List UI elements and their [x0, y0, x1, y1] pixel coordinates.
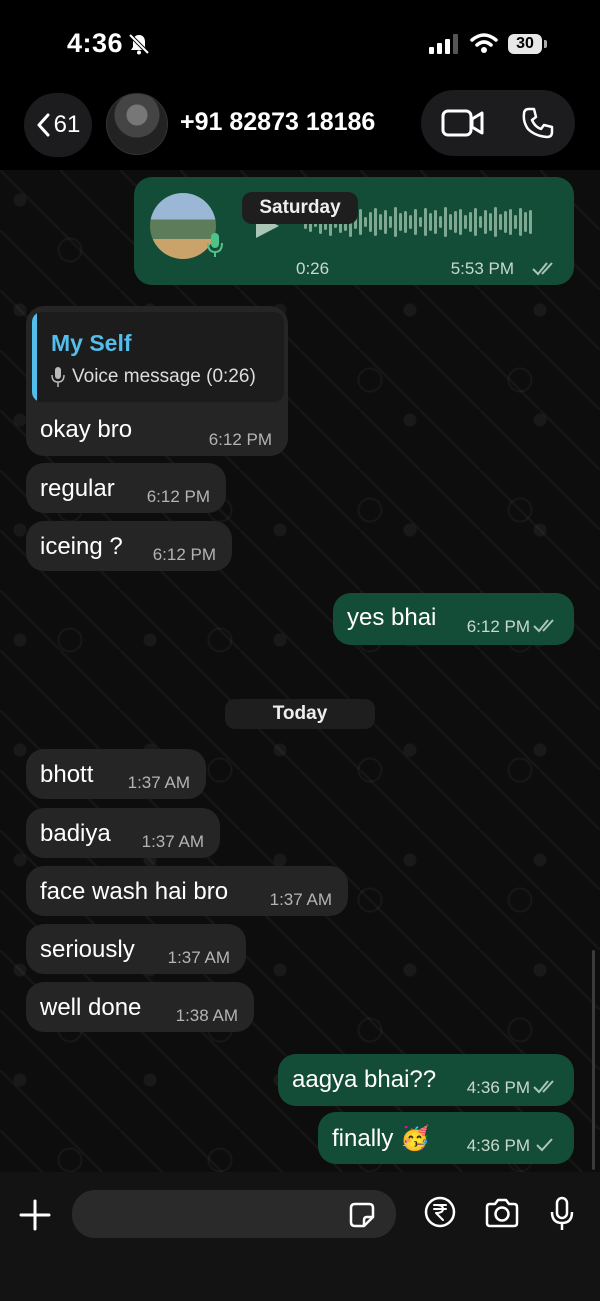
message-text: yes bhai: [347, 604, 437, 631]
date-separator-today: Today: [225, 699, 375, 729]
message-time: 5:53 PM: [450, 259, 514, 278]
message-bubble-incoming[interactable]: bhott 1:37 AM: [26, 749, 206, 799]
message-text: aagya bhai??: [292, 1066, 437, 1093]
message-time: 1:37 AM: [269, 890, 332, 909]
back-button[interactable]: 61: [24, 93, 92, 157]
message-bubble-incoming[interactable]: seriously 1:37 AM: [26, 924, 246, 974]
status-bar: 4:36 30: [0, 0, 600, 88]
microphone-icon: [207, 233, 223, 257]
voice-duration: 0:26: [296, 259, 330, 278]
message-time: 1:38 AM: [175, 1006, 238, 1025]
message-text: regular: [40, 475, 115, 502]
message-composer: [0, 1172, 600, 1301]
read-ticks-icon: [533, 1080, 554, 1094]
scrollbar[interactable]: [592, 950, 595, 1170]
message-text: iceing ?: [40, 533, 123, 560]
reply-preview: Voice message (0:26): [72, 366, 256, 387]
message-text: badiya: [40, 820, 111, 847]
message-bubble-incoming[interactable]: well done 1:38 AM: [26, 982, 254, 1032]
message-time: 6:12 PM: [146, 487, 210, 506]
message-bubble-incoming[interactable]: iceing ? 6:12 PM: [26, 521, 232, 571]
sticker-icon[interactable]: [347, 1200, 377, 1230]
message-time: 1:37 AM: [127, 773, 190, 792]
bell-slash-icon: [128, 33, 150, 55]
wifi-icon: [470, 33, 498, 53]
rupee-icon[interactable]: [424, 1196, 456, 1228]
message-bubble-incoming[interactable]: face wash hai bro 1:37 AM: [26, 866, 348, 916]
message-time: 6:12 PM: [466, 617, 530, 636]
microphone-icon[interactable]: [549, 1196, 575, 1232]
message-time: 4:36 PM: [466, 1078, 530, 1097]
message-bubble-incoming[interactable]: My Self Voice message (0:26) okay bro 6:…: [26, 306, 288, 456]
phone-icon[interactable]: [521, 106, 555, 140]
read-ticks-icon: [532, 262, 553, 276]
message-bubble-incoming[interactable]: regular 6:12 PM: [26, 463, 226, 513]
date-separator-saturday: Saturday: [242, 192, 358, 224]
message-time: 4:36 PM: [466, 1136, 530, 1155]
reply-accent-bar: [32, 312, 37, 402]
video-call-icon[interactable]: [441, 108, 485, 138]
camera-icon[interactable]: [484, 1198, 520, 1228]
battery-indicator: 30: [508, 34, 547, 54]
contact-avatar[interactable]: [106, 93, 168, 155]
reply-sender: My Self: [51, 330, 132, 356]
message-bubble-incoming[interactable]: badiya 1:37 AM: [26, 808, 220, 858]
call-actions: [421, 90, 575, 156]
unread-count: 61: [53, 111, 81, 138]
message-text: seriously: [40, 936, 135, 963]
read-ticks-icon: [533, 619, 554, 633]
message-time: 6:12 PM: [208, 430, 272, 449]
microphone-icon: [51, 367, 65, 387]
signal-icon: [429, 34, 458, 54]
contact-name[interactable]: +91 82873 18186: [180, 108, 375, 137]
plus-icon[interactable]: [18, 1198, 52, 1232]
message-text: bhott: [40, 761, 94, 788]
message-text: okay bro: [40, 416, 133, 443]
message-time: 1:37 AM: [167, 948, 230, 967]
message-time: 6:12 PM: [152, 545, 216, 564]
sent-tick-icon: [536, 1138, 553, 1152]
message-text: face wash hai bro: [40, 878, 229, 905]
message-bubble-outgoing[interactable]: finally 🥳 4:36 PM: [318, 1112, 574, 1164]
status-time: 4:36: [67, 28, 124, 58]
chat-header: 61 +91 82873 18186: [0, 88, 600, 170]
chevron-left-icon: [37, 113, 50, 137]
message-bubble-outgoing[interactable]: aagya bhai?? 4:36 PM: [278, 1054, 574, 1106]
quoted-reply[interactable]: My Self Voice message (0:26): [32, 312, 284, 402]
message-bubble-outgoing[interactable]: yes bhai 6:12 PM: [333, 593, 574, 645]
message-text: finally 🥳: [332, 1125, 430, 1152]
message-text: well done: [40, 994, 142, 1021]
message-time: 1:37 AM: [141, 832, 204, 851]
